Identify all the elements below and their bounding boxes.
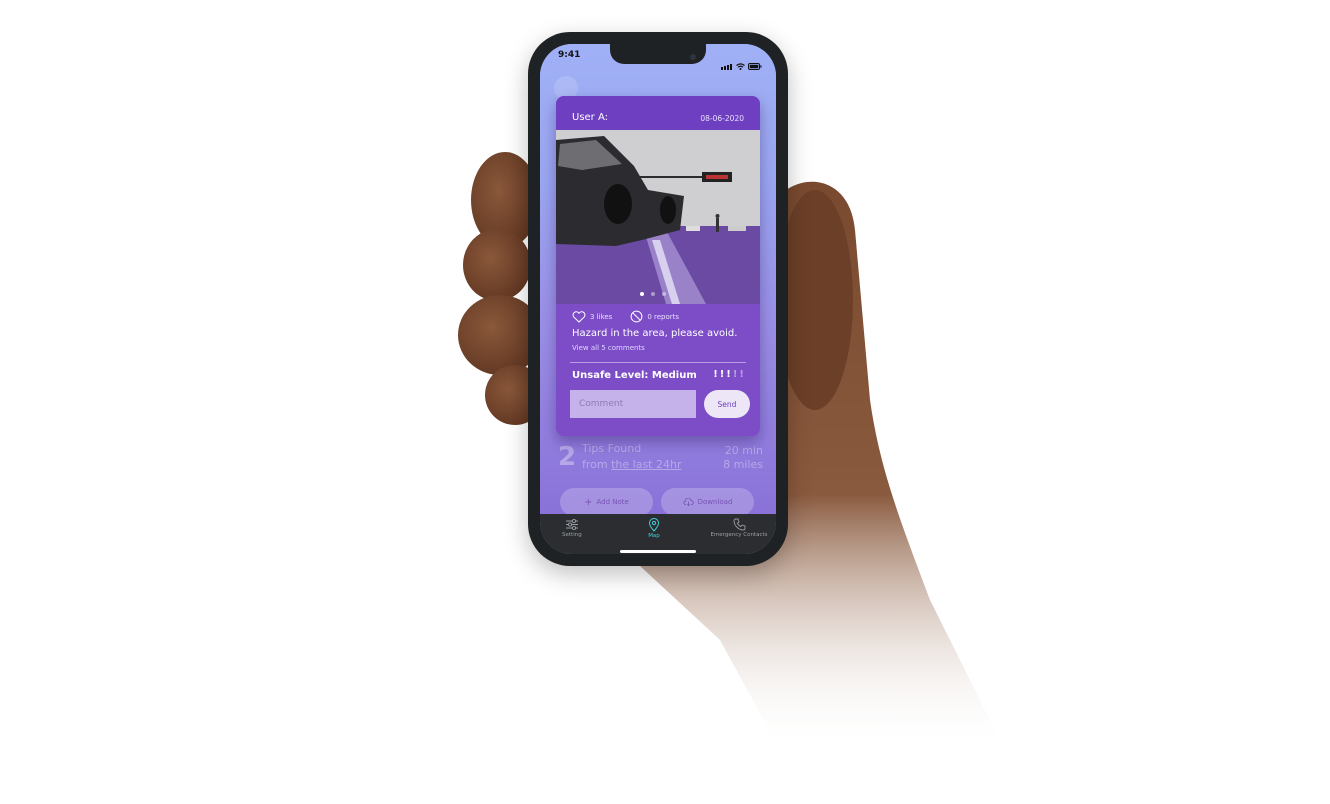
photo-pagination-dots[interactable] (640, 292, 666, 296)
tips-from-label: from (582, 458, 608, 471)
add-note-button[interactable]: + Add Note (560, 488, 653, 516)
unsafe-level: Unsafe Level: Medium (572, 370, 697, 381)
tab-emergency-contacts[interactable]: Emergency Contacts (708, 518, 770, 538)
post-author: User A: (572, 112, 609, 123)
heart-icon[interactable] (572, 310, 586, 323)
send-button[interactable]: Send (704, 390, 750, 418)
phone-frame: 9:41 2 Tips Found from the last 24hr 20 … (528, 32, 788, 566)
tips-label: Tips Found (582, 442, 642, 455)
reports-count: 0 reports (647, 312, 680, 321)
status-time: 9:41 (558, 50, 581, 60)
post-stats: 3 likes 0 reports (572, 310, 679, 323)
unsafe-marks-inactive: !! (732, 369, 746, 380)
download-button[interactable]: Download (661, 488, 754, 516)
tips-timeframe-link[interactable]: the last 24hr (611, 458, 681, 471)
front-camera (690, 54, 696, 60)
battery-icon (748, 63, 762, 70)
add-note-label: Add Note (596, 498, 629, 506)
status-icons (721, 51, 762, 70)
post-date: 08-06-2020 (700, 114, 744, 123)
tips-duration: 20 min (724, 444, 763, 457)
tips-summary: 2 Tips Found from the last 24hr 20 min 8… (558, 442, 763, 482)
hazard-photo[interactable] (556, 130, 760, 304)
phone-icon (733, 518, 745, 531)
sliders-icon (565, 518, 578, 531)
post-caption: Hazard in the area, please avoid. (572, 328, 738, 339)
tab-setting-label: Setting (562, 532, 582, 538)
home-indicator[interactable] (620, 550, 696, 553)
view-comments-link[interactable]: View all 5 comments (572, 344, 645, 352)
tab-setting[interactable]: Setting (562, 518, 582, 538)
tab-map-label: Map (648, 533, 660, 539)
map-pin-icon (648, 518, 660, 532)
wifi-icon (736, 63, 745, 70)
tips-count: 2 (558, 442, 577, 472)
download-label: Download (697, 498, 733, 506)
overturned-vehicle-image (556, 130, 760, 304)
hazard-post-card: User A: 08-06-2020 3 likes 0 reports Haz… (556, 96, 760, 436)
plus-icon: + (584, 496, 593, 508)
tab-bar: Setting Map Emergency Contacts (540, 514, 776, 554)
tips-from: from the last 24hr (582, 458, 682, 471)
phone-screen: 9:41 2 Tips Found from the last 24hr 20 … (540, 44, 776, 554)
report-icon[interactable] (630, 310, 643, 323)
likes-count: 3 likes (590, 312, 613, 321)
signal-icon (721, 51, 733, 70)
unsafe-marks-active: !!! (713, 369, 733, 380)
cloud-download-icon (683, 498, 694, 506)
comment-input[interactable] (570, 390, 696, 418)
tab-map[interactable]: Map (648, 518, 660, 539)
tips-distance: 8 miles (723, 458, 763, 471)
card-divider (570, 362, 746, 363)
unsafe-level-indicator: !!!!! (713, 369, 746, 380)
tab-emergency-contacts-label: Emergency Contacts (710, 532, 768, 538)
